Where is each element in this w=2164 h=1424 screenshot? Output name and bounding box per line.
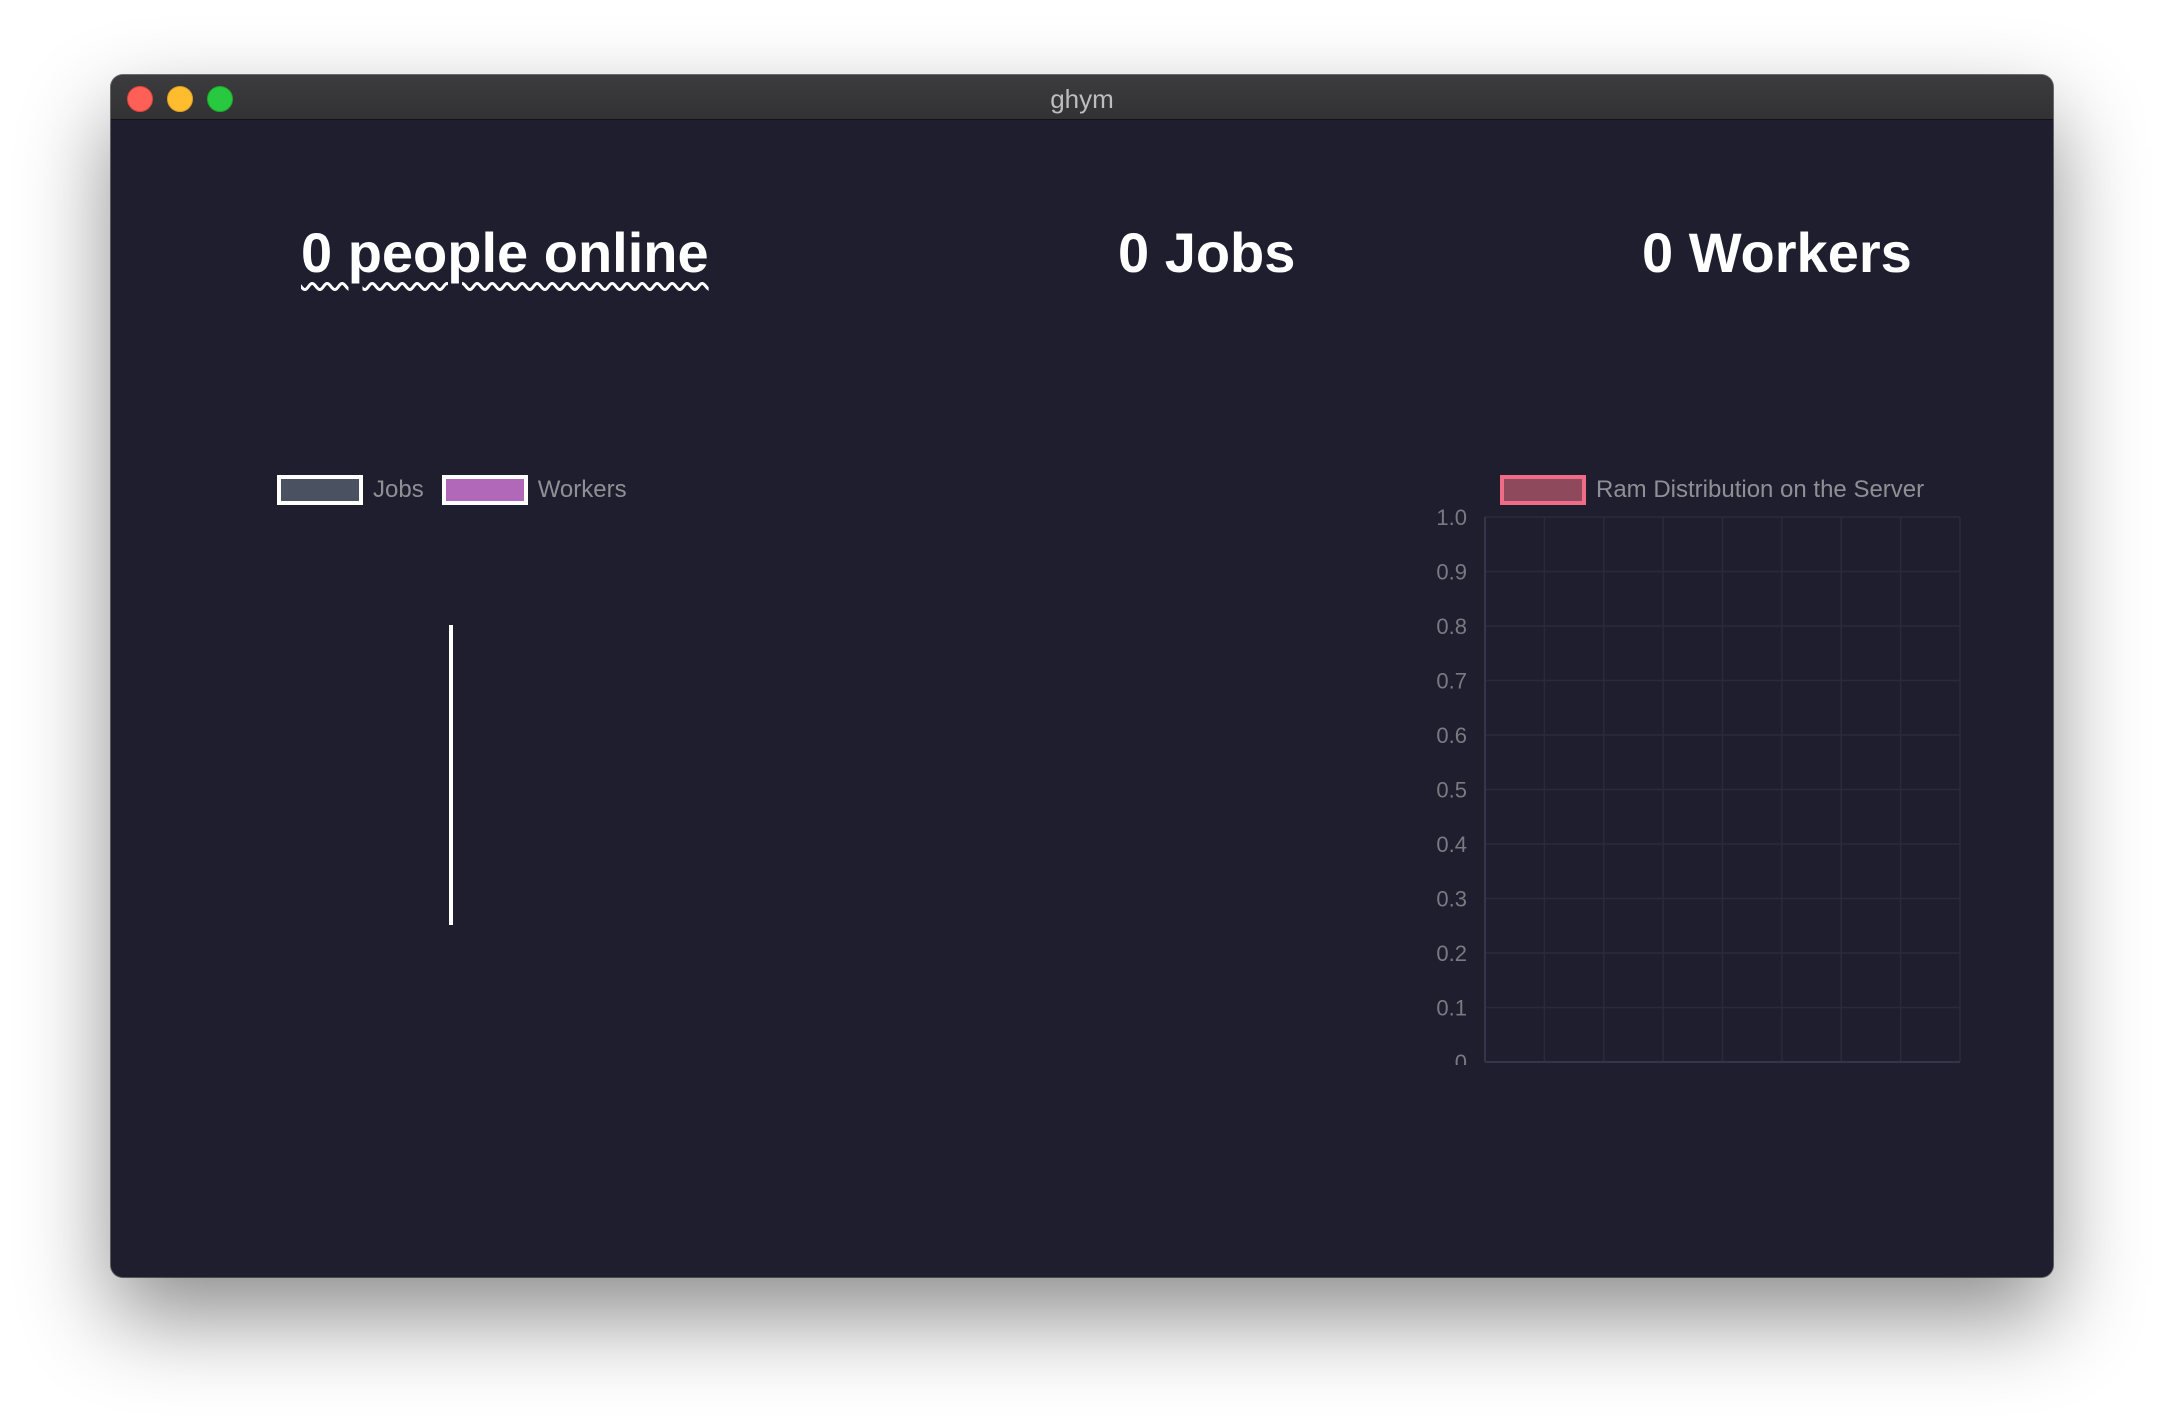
legend-swatch-jobs bbox=[277, 475, 363, 505]
y-tick-label: 0.3 bbox=[1436, 887, 1467, 912]
legend-label-ram: Ram Distribution on the Server bbox=[1596, 476, 1925, 503]
ram-distribution-chart: 00.10.20.30.40.50.60.70.80.91.02GB3GB4GB… bbox=[1436, 505, 1961, 1065]
y-tick-label: 0.1 bbox=[1436, 996, 1467, 1021]
y-tick-label: 0.9 bbox=[1436, 560, 1467, 585]
legend-swatch-workers bbox=[441, 475, 528, 505]
legend-item-ram[interactable]: Ram Distribution on the Server bbox=[1500, 475, 1924, 505]
activity-chart-legend: Jobs Workers bbox=[277, 475, 645, 505]
title-bar[interactable]: ghym bbox=[111, 75, 2053, 120]
people-online-counter: 0 people online bbox=[301, 221, 709, 284]
legend-item-jobs[interactable]: Jobs bbox=[277, 475, 424, 505]
legend-label-workers: Workers bbox=[537, 476, 627, 503]
y-tick-label: 0.6 bbox=[1436, 723, 1467, 748]
workers-counter: 0 Workers bbox=[1642, 221, 1912, 284]
y-tick-label: 1.0 bbox=[1436, 505, 1467, 530]
activity-chart-line bbox=[449, 625, 453, 925]
app-window: ghym 0 people online 0 Jobs 0 Workers Jo… bbox=[111, 75, 2053, 1277]
dashboard: 0 people online 0 Jobs 0 Workers Jobs Wo… bbox=[111, 120, 2053, 1277]
ram-chart-legend: Ram Distribution on the Server bbox=[1500, 475, 1942, 505]
legend-swatch-ram bbox=[1500, 475, 1586, 505]
y-tick-label: 0 bbox=[1455, 1050, 1467, 1065]
y-tick-label: 0.2 bbox=[1436, 941, 1467, 966]
y-tick-label: 0.5 bbox=[1436, 778, 1467, 803]
window-title: ghym bbox=[1050, 84, 1114, 114]
legend-item-workers[interactable]: Workers bbox=[441, 475, 627, 505]
y-tick-label: 0.8 bbox=[1436, 614, 1467, 639]
jobs-counter: 0 Jobs bbox=[1118, 221, 1296, 284]
legend-label-jobs: Jobs bbox=[373, 476, 424, 503]
y-tick-label: 0.7 bbox=[1436, 669, 1467, 694]
y-tick-label: 0.4 bbox=[1436, 832, 1467, 857]
